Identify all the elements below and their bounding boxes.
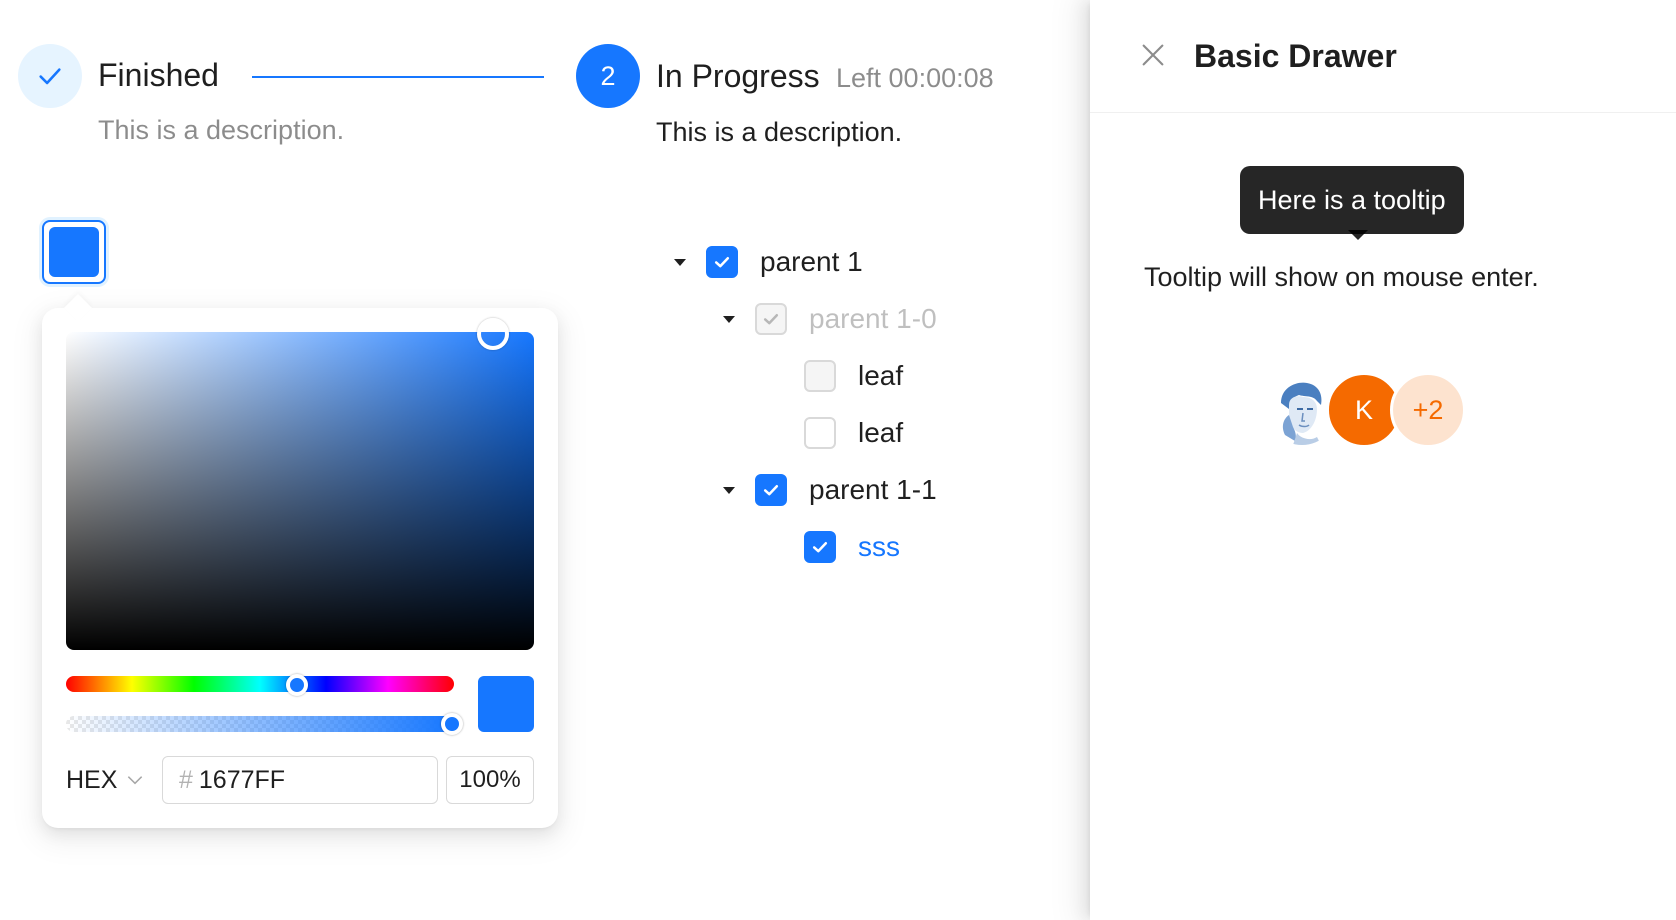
step-in-progress-description: This is a description. xyxy=(656,117,903,147)
check-icon xyxy=(714,257,730,268)
step-finished-description: This is a description. xyxy=(98,115,345,145)
tree-checkbox[interactable] xyxy=(755,474,787,506)
caret-down-icon[interactable] xyxy=(717,307,741,331)
step-finished-title: Finished xyxy=(98,57,219,93)
check-icon xyxy=(39,68,61,85)
caret-down-icon[interactable] xyxy=(668,250,692,274)
check-icon xyxy=(763,485,779,496)
step-in-progress-icon: 2 xyxy=(576,44,640,108)
color-swatch xyxy=(49,227,99,277)
drawer-title: Basic Drawer xyxy=(1194,38,1397,74)
saturation-value-handle[interactable] xyxy=(477,318,509,350)
tree-checkbox[interactable] xyxy=(706,246,738,278)
tooltip: Here is a tooltip xyxy=(1240,166,1464,234)
tree-node-sss[interactable]: sss xyxy=(804,527,900,567)
tree-node-leaf[interactable]: leaf xyxy=(804,413,903,453)
hex-value: 1677FF xyxy=(198,765,286,794)
caret-down-icon[interactable] xyxy=(717,478,741,502)
tree-node-parent-1[interactable]: parent 1 xyxy=(668,242,863,282)
tree-node-label[interactable]: sss xyxy=(858,531,900,563)
chevron-down-icon xyxy=(128,776,143,785)
tree-node-parent-1-1[interactable]: parent 1-1 xyxy=(717,470,937,510)
color-format-label: HEX xyxy=(66,765,118,794)
hex-prefix: # xyxy=(179,765,193,794)
check-icon xyxy=(812,542,828,553)
tree-node-parent-1-0: parent 1-0 xyxy=(717,299,937,339)
color-format-select[interactable]: HEX xyxy=(66,760,145,800)
tree-checkbox[interactable] xyxy=(804,417,836,449)
step-in-progress-subtitle: Left 00:00:08 xyxy=(836,63,994,93)
tree-node-leaf-disabled: leaf xyxy=(804,356,903,396)
step-in-progress-title: In Progress xyxy=(656,58,820,94)
tooltip-trigger-text[interactable]: Tooltip will show on mouse enter. xyxy=(1144,262,1539,293)
hue-slider-handle[interactable] xyxy=(286,674,308,696)
tree-node-label: leaf xyxy=(858,360,904,391)
tree-node-label[interactable]: leaf xyxy=(858,417,903,449)
hex-input[interactable]: # 1677FF xyxy=(162,756,438,804)
alpha-input[interactable]: 100% xyxy=(446,756,534,804)
saturation-value-area[interactable] xyxy=(66,332,534,650)
tree-node-label: parent 1-0 xyxy=(809,303,937,334)
close-icon[interactable] xyxy=(1138,40,1168,70)
drawer: Basic Drawer Here is a tooltip Tooltip w… xyxy=(1090,0,1676,920)
check-icon xyxy=(763,314,779,325)
tree-checkbox-disabled xyxy=(755,303,787,335)
step-finished-icon xyxy=(18,44,82,108)
avatar-more-count[interactable]: +2 xyxy=(1390,372,1466,448)
alpha-slider[interactable] xyxy=(66,716,454,732)
color-preview-swatch xyxy=(478,676,534,732)
hue-slider[interactable] xyxy=(66,676,454,692)
tree-checkbox-disabled xyxy=(804,360,836,392)
color-picker-trigger[interactable] xyxy=(42,220,106,284)
tree-node-label[interactable]: parent 1-1 xyxy=(809,474,937,506)
step-connector xyxy=(252,76,544,78)
tree-checkbox[interactable] xyxy=(804,531,836,563)
tooltip-arrow xyxy=(1348,230,1368,240)
drawer-header: Basic Drawer xyxy=(1090,0,1676,113)
tree-node-label[interactable]: parent 1 xyxy=(760,246,863,278)
alpha-slider-handle[interactable] xyxy=(441,713,463,735)
